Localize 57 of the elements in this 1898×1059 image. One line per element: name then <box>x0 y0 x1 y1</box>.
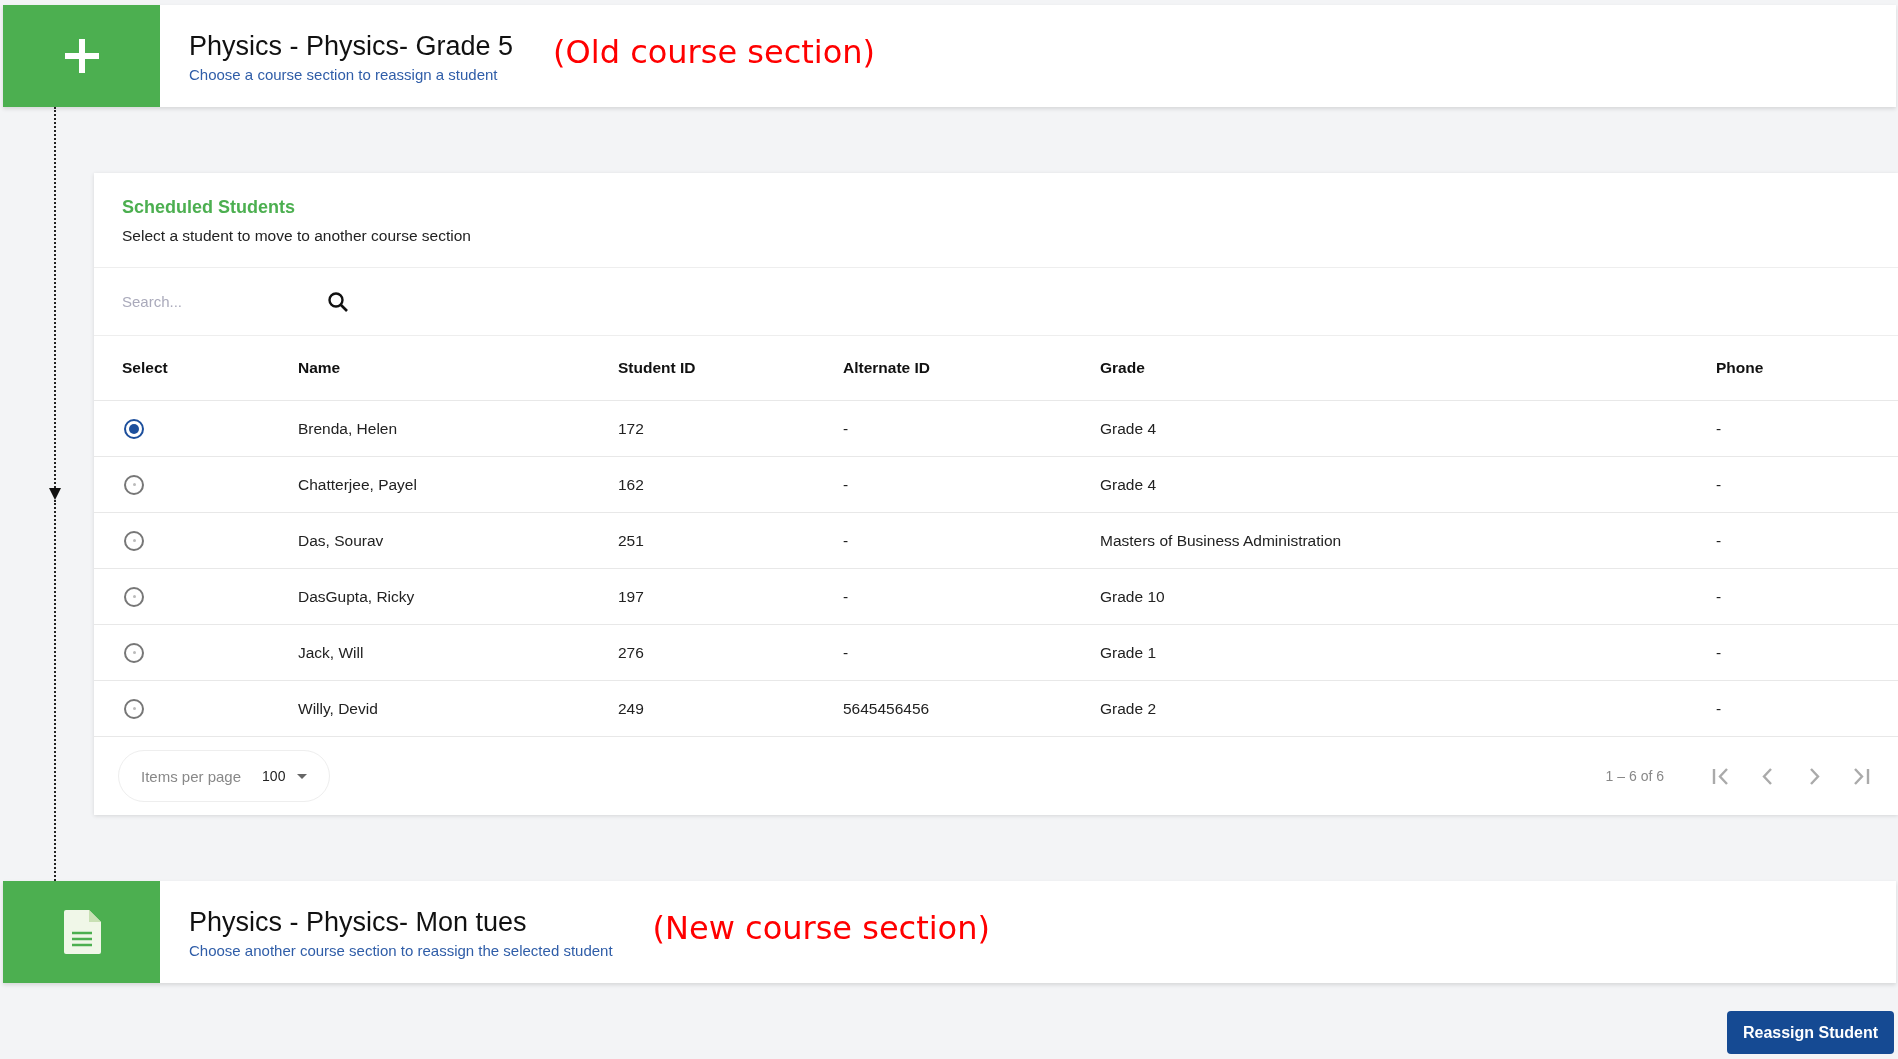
annotation-label: (Old course section) <box>553 33 875 71</box>
radio-button[interactable] <box>124 530 144 551</box>
table-cell-text: 172 <box>618 419 645 438</box>
radio-button[interactable] <box>124 418 144 439</box>
column-header: Student ID <box>618 359 697 377</box>
caret-icon <box>297 773 308 779</box>
table-cell-text: Grade 10 <box>1100 587 1166 606</box>
column-header: Alternate ID <box>843 359 931 377</box>
table-cell-text: - <box>843 419 850 438</box>
card-subtitle: Select a student to move to another course section <box>122 227 472 245</box>
table-cell: - <box>1716 699 1722 718</box>
section-subtitle: Choose another course section to reassign the selected student <box>189 941 613 959</box>
table-cell-text: Das, Sourav <box>298 531 385 550</box>
section-title: Physics - Physics- Grade 5 <box>189 29 514 62</box>
radio-button[interactable] <box>124 642 144 663</box>
table-cell-text: 251 <box>618 531 645 550</box>
column-header: Grade <box>1100 359 1146 377</box>
section-subtitle: Choose a course section to reassign a student <box>189 65 499 83</box>
table-cell-text: Chatterjee, Payel <box>298 475 418 494</box>
table-cell-text: 197 <box>618 587 645 606</box>
table-cell-text: - <box>843 531 850 550</box>
table-cell-text: 249 <box>618 699 645 718</box>
table-cell-text: Jack, Will <box>298 643 365 662</box>
table-cell-text: 162 <box>618 475 645 494</box>
card-title: Scheduled Students <box>122 197 297 218</box>
table-cell-text: Willy, Devid <box>298 699 379 718</box>
annotation-label: (New course section) <box>652 909 990 947</box>
search-icon[interactable] <box>327 290 349 313</box>
table-cell-text: 5645456456 <box>843 699 931 718</box>
reassign-student-button[interactable]: Reassign Student <box>1727 1011 1894 1054</box>
radio-button[interactable] <box>124 586 144 607</box>
page-range-label: 1 – 6 of 6 <box>1605 768 1664 784</box>
arrow-head-icon <box>49 488 61 500</box>
column-header: Phone <box>1716 359 1764 377</box>
column-header: Select <box>122 359 169 377</box>
table-cell-text: Grade 2 <box>1100 699 1157 718</box>
document-icon <box>61 909 102 955</box>
table-cell-text: - <box>843 643 850 662</box>
table-cell: - <box>1716 419 1722 438</box>
table-cell: - <box>1716 587 1722 606</box>
table-cell-text: Grade 4 <box>1100 419 1157 438</box>
section-title: Physics - Physics- Mon tues <box>189 905 528 938</box>
table-cell-text: Masters of Business Administration <box>1100 531 1343 550</box>
table-cell-text: Brenda, Helen <box>298 419 399 438</box>
table-cell-text: DasGupta, Ricky <box>298 587 416 606</box>
radio-button[interactable] <box>124 698 144 719</box>
table-cell-text: Grade 1 <box>1100 643 1157 662</box>
column-header: Name <box>298 359 342 377</box>
table-cell: - <box>1716 475 1722 494</box>
table-cell: - <box>1716 643 1722 662</box>
table-cell-text: - <box>843 587 850 606</box>
search-field[interactable]: Search... <box>122 293 307 310</box>
table-cell-text: - <box>843 475 850 494</box>
table-cell: - <box>1716 531 1722 550</box>
table-cell-text: Grade 4 <box>1100 475 1157 494</box>
table-cell-text: 276 <box>618 643 645 662</box>
radio-button[interactable] <box>124 474 144 495</box>
